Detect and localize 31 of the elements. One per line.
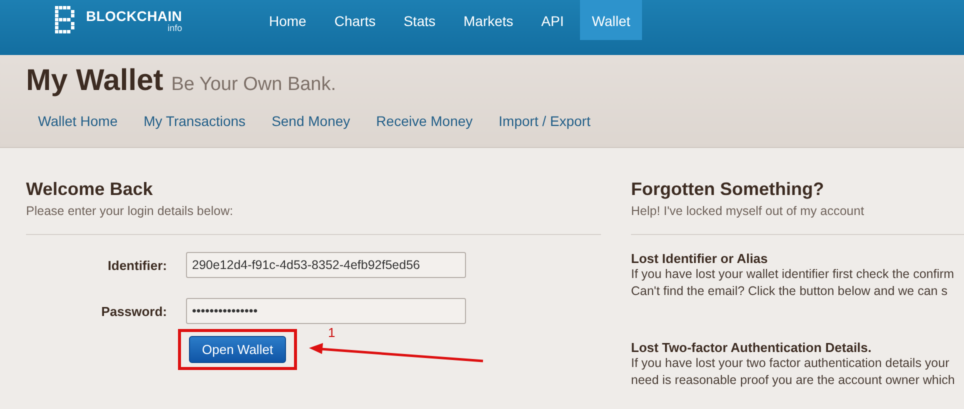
section-title: Lost Identifier or Alias xyxy=(631,251,769,266)
section-text: Can't find the email? Click the button below and we can s xyxy=(631,283,948,300)
annotation-number: 1 xyxy=(328,325,336,340)
section-text: need is reasonable proof you are the account owner which xyxy=(631,372,956,389)
section-text: If you have lost your two factor authentication details your xyxy=(631,355,950,372)
subnav-link[interactable]: Import / Export xyxy=(498,113,590,129)
nav-tab[interactable]: Wallet xyxy=(580,0,642,40)
nav-tab[interactable]: Charts xyxy=(322,0,388,40)
help-subtitle: Help! I've locked myself out of my account xyxy=(631,204,866,218)
open-wallet-button[interactable]: Open Wallet xyxy=(189,336,286,363)
field-label: Password: xyxy=(100,304,167,318)
field-label: Identifier: xyxy=(106,258,167,272)
subnav-link[interactable]: Receive Money xyxy=(376,113,473,129)
nav-tab[interactable]: Home xyxy=(257,0,318,40)
brand-suffix: info xyxy=(168,22,182,32)
brand-name: BLOCKCHAIN xyxy=(86,8,182,24)
section-title: Lost Two-factor Authentication Details. xyxy=(631,340,873,355)
page-tagline: Be Your Own Bank. xyxy=(171,74,336,96)
subnav-link[interactable]: Send Money xyxy=(272,113,350,129)
subnav-link[interactable]: My Transactions xyxy=(144,113,246,129)
section-text: If you have lost your wallet identifier first check the confirm xyxy=(631,266,956,283)
subnav-link[interactable]: Wallet Home xyxy=(38,113,118,129)
help-title: Forgotten Something? xyxy=(631,179,825,200)
input-field[interactable]: ••••••••••••••• xyxy=(186,298,466,324)
nav-tab[interactable]: Stats xyxy=(392,0,448,40)
page-title: My Wallet xyxy=(26,64,164,98)
login-title: Welcome Back xyxy=(26,179,154,200)
nav-tab[interactable]: Markets xyxy=(452,0,526,40)
input-field[interactable]: 290e12d4-f91c-4d53-8352-4efb92f5ed56 xyxy=(186,252,466,278)
nav-tab[interactable]: API xyxy=(529,0,576,40)
login-subtitle: Please enter your login details below: xyxy=(26,204,234,218)
